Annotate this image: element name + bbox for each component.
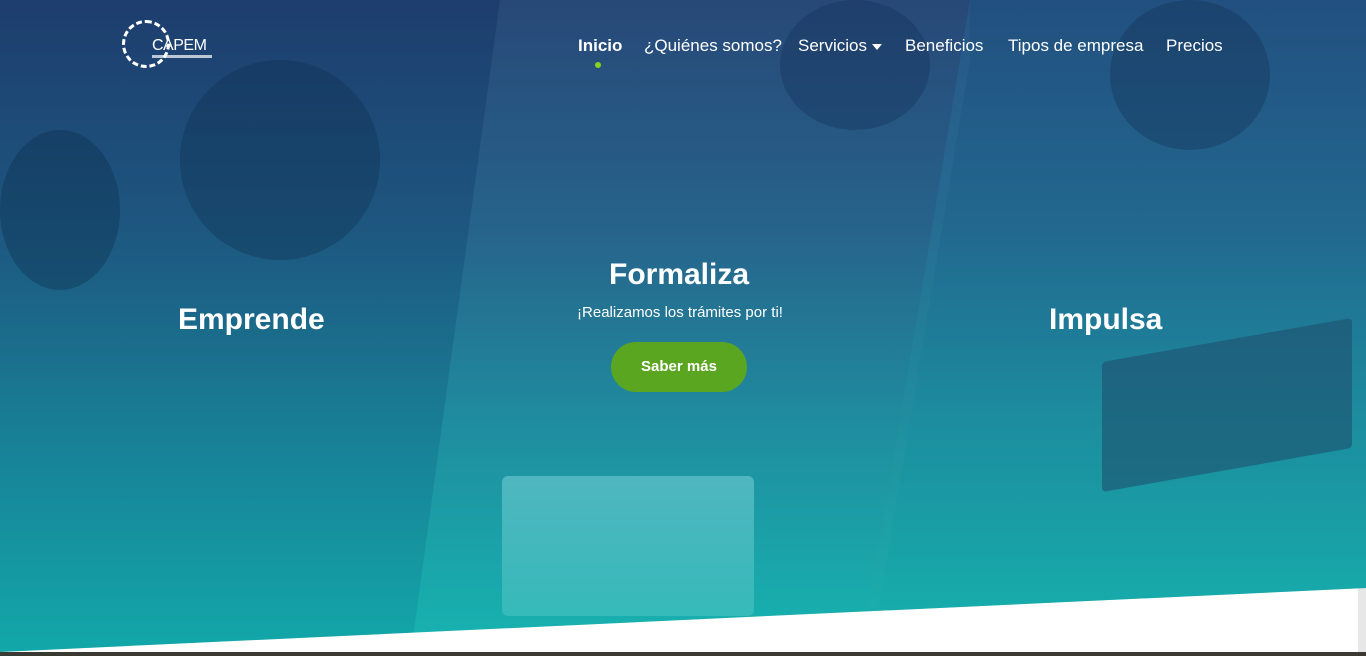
nav-item-tipos-de-empresa[interactable]: Tipos de empresa xyxy=(1008,36,1143,56)
hero-photo-shape xyxy=(1110,0,1270,150)
nav-item-servicios[interactable]: Servicios xyxy=(798,36,882,56)
laptop-image xyxy=(502,476,754,616)
nav-item-beneficios[interactable]: Beneficios xyxy=(905,36,983,56)
hero-subtitle: ¡Realizamos los trámites por ti! xyxy=(577,304,783,321)
nav-item-quienes-somos[interactable]: ¿Quiénes somos? xyxy=(644,36,782,56)
nav-item-precios[interactable]: Precios xyxy=(1166,36,1223,56)
hero-photo-shape xyxy=(0,130,120,290)
chevron-down-icon xyxy=(871,43,882,50)
saber-mas-button[interactable]: Saber más xyxy=(611,342,747,392)
nav-item-servicios-label: Servicios xyxy=(798,36,867,55)
page: CAPEM Inicio ¿Quiénes somos? Servicios B… xyxy=(0,0,1366,656)
next-section-edge xyxy=(0,652,1366,656)
active-nav-indicator xyxy=(595,62,601,68)
hero-title-formaliza: Formaliza xyxy=(609,258,750,291)
hero-title-impulsa: Impulsa xyxy=(1049,303,1163,336)
hero-photo-shape xyxy=(180,60,380,260)
main-nav: Inicio ¿Quiénes somos? Servicios Benefic… xyxy=(0,36,1366,66)
nav-item-inicio[interactable]: Inicio xyxy=(578,36,622,56)
hero-title-emprende: Emprende xyxy=(178,303,325,336)
